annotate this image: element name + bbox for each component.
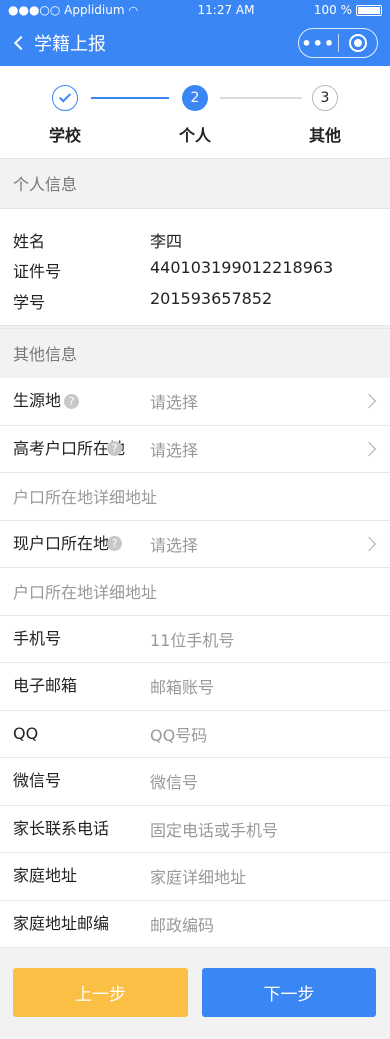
other-info-form: 生源地? 请选择 高考户口所在地? 请选择 户口所在地详细地址 现户口所在地? … [0, 378, 390, 948]
select-current-residence[interactable]: 现户口所在地? 请选择 [0, 521, 390, 568]
qq-field[interactable]: QQ QQ号码 [0, 711, 390, 758]
help-icon[interactable]: ? [64, 394, 80, 410]
step-connector-1 [91, 97, 169, 99]
more-button[interactable]: ••• [299, 34, 338, 53]
parent-phone-field[interactable]: 家长联系电话 固定电话或手机号 [0, 806, 390, 853]
input-placeholder: 11位手机号 [150, 630, 235, 650]
step-2-current: 2 [182, 85, 208, 111]
step-label-personal: 个人 [178, 126, 211, 145]
field-label: 家庭地址 [13, 866, 78, 886]
input-placeholder: QQ号码 [150, 725, 208, 745]
prev-step-button[interactable]: 上一步 [13, 968, 188, 1017]
field-label: 手机号 [13, 628, 62, 648]
step-1-done [52, 85, 78, 111]
battery-text: 100 % [313, 3, 352, 17]
input-placeholder: 固定电话或手机号 [150, 820, 279, 840]
info-row-student-no: 学号 201593657852 [13, 289, 272, 313]
input-placeholder: 邮箱账号 [150, 678, 215, 698]
battery-icon [355, 4, 382, 16]
phone-field[interactable]: 手机号 11位手机号 [0, 616, 390, 663]
info-value: 440103199012218963 [150, 258, 334, 277]
carrier-text: ●●●○○ Applidium [8, 3, 125, 17]
field-label: 家庭地址邮编 [13, 913, 110, 933]
field-label: 电子邮箱 [13, 676, 78, 696]
current-residence-address-input[interactable]: 户口所在地详细地址 [0, 568, 390, 616]
select-placeholder: 请选择 [150, 440, 199, 460]
info-row-id: 证件号 440103199012218963 [13, 258, 333, 282]
exam-residence-address-input[interactable]: 户口所在地详细地址 [0, 473, 390, 521]
info-value: 201593657852 [150, 289, 273, 308]
top-bar: ●●●○○ Applidium ◠ 11:27 AM 100 % 学籍上报 ••… [0, 0, 390, 66]
input-placeholder: 微信号 [150, 773, 199, 793]
field-label: 生源地? [13, 392, 135, 410]
chevron-right-icon [361, 441, 377, 456]
check-icon [58, 90, 72, 103]
info-row-name: 姓名 李四 [13, 228, 182, 252]
step-connector-2 [220, 97, 302, 99]
field-label: QQ [13, 723, 39, 743]
select-exam-residence[interactable]: 高考户口所在地? 请选择 [0, 426, 390, 473]
step-label-other: 其他 [308, 126, 341, 145]
info-label: 姓名 [13, 232, 46, 251]
select-placeholder: 请选择 [150, 535, 199, 555]
help-icon[interactable]: ? [107, 535, 122, 551]
postal-code-field[interactable]: 家庭地址邮编 邮政编码 [0, 901, 390, 948]
chevron-right-icon [361, 394, 377, 409]
field-label: 家长联系电话 [13, 818, 110, 838]
target-icon [348, 34, 367, 52]
wechat-field[interactable]: 微信号 微信号 [0, 758, 390, 806]
field-label: 高考户口所在地? [13, 438, 126, 458]
page-title: 学籍上报 [34, 34, 106, 55]
input-placeholder: 户口所在地详细地址 [13, 583, 158, 603]
input-placeholder: 户口所在地详细地址 [13, 488, 158, 508]
input-placeholder: 邮政编码 [150, 915, 215, 935]
email-field[interactable]: 电子邮箱 邮箱账号 [0, 663, 390, 711]
section-header-other: 其他信息 [0, 328, 390, 376]
status-bar: ●●●○○ Applidium ◠ 11:27 AM 100 % [0, 0, 390, 20]
next-step-button[interactable]: 下一步 [202, 968, 376, 1017]
home-address-field[interactable]: 家庭地址 家庭详细地址 [0, 853, 390, 901]
mini-program-capsule: ••• [298, 28, 378, 58]
chevron-right-icon [361, 536, 377, 551]
field-label: 现户口所在地? [13, 534, 135, 553]
nav-bar: 学籍上报 ••• [0, 20, 390, 66]
field-label: 微信号 [13, 771, 62, 791]
wifi-icon: ◠ [128, 3, 139, 17]
select-placeholder: 请选择 [150, 393, 199, 413]
info-label: 证件号 [13, 262, 62, 281]
info-value: 李四 [150, 232, 183, 251]
step-3-todo: 3 [312, 85, 338, 111]
step-label-school: 学校 [48, 126, 81, 145]
input-placeholder: 家庭详细地址 [150, 868, 247, 888]
help-icon[interactable]: ? [107, 440, 122, 456]
select-origin[interactable]: 生源地? 请选择 [0, 378, 390, 426]
status-time: 11:27 AM [197, 3, 255, 17]
section-header-personal: 个人信息 [0, 158, 390, 206]
step-indicator: 2 3 学校 个人 其他 [0, 66, 390, 158]
info-label: 学号 [13, 293, 46, 312]
chevron-left-icon [13, 35, 29, 51]
back-button[interactable]: 学籍上报 [12, 30, 106, 56]
personal-info-block: 姓名 李四 证件号 440103199012218963 学号 20159365… [0, 208, 390, 326]
close-button[interactable] [339, 34, 378, 52]
